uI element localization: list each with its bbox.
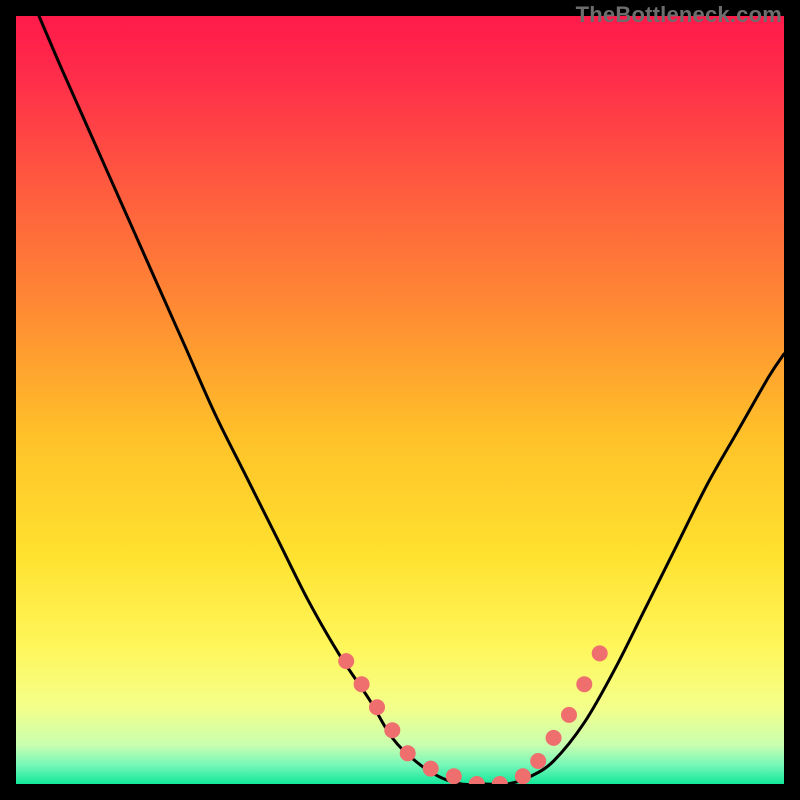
bottleneck-curve xyxy=(39,16,784,784)
watermark-text: TheBottleneck.com xyxy=(576,2,782,28)
highlight-dot xyxy=(515,768,531,784)
highlight-dot xyxy=(369,699,385,715)
highlight-dot xyxy=(354,676,370,692)
highlight-dot xyxy=(561,707,577,723)
highlight-dots xyxy=(338,645,608,784)
highlight-dot xyxy=(576,676,592,692)
highlight-dot xyxy=(423,761,439,777)
chart-frame: TheBottleneck.com xyxy=(0,0,800,800)
highlight-dot xyxy=(530,753,546,769)
plot-area xyxy=(16,16,784,784)
highlight-dot xyxy=(446,768,462,784)
chart-svg xyxy=(16,16,784,784)
highlight-dot xyxy=(546,730,562,746)
highlight-dot xyxy=(384,722,400,738)
highlight-dot xyxy=(469,776,485,784)
highlight-dot xyxy=(492,776,508,784)
highlight-dot xyxy=(400,745,416,761)
highlight-dot xyxy=(592,645,608,661)
highlight-dot xyxy=(338,653,354,669)
